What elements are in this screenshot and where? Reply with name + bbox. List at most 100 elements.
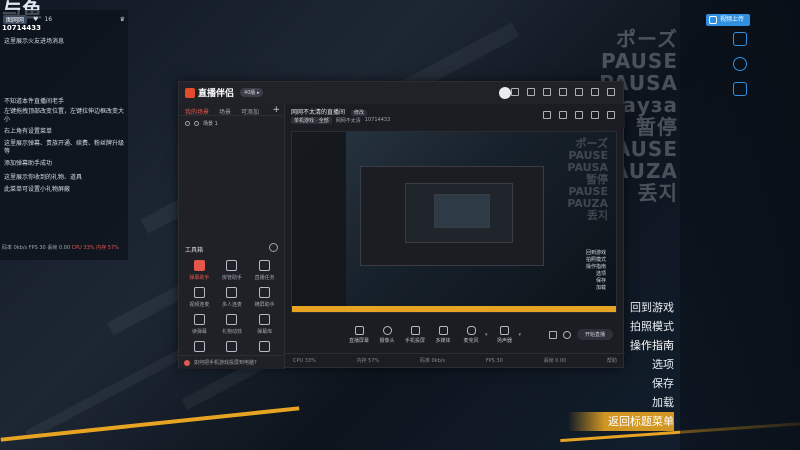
microphone-icon	[466, 326, 476, 335]
preview-menu-item: 选项	[595, 271, 606, 277]
stats-right: CPU 33% 内存 57%	[71, 245, 119, 251]
settings-icon[interactable]	[559, 88, 567, 96]
tool-label: 弹幕助手	[189, 275, 210, 281]
right-overlay: 视频上传	[680, 0, 800, 450]
screen-capture-button[interactable]: 直播屏幕	[345, 326, 373, 344]
edit-room-button[interactable]: 修改	[350, 110, 367, 116]
close-icon[interactable]	[607, 88, 615, 96]
tool-landscape[interactable]: 横屏助手	[248, 287, 281, 308]
live-controls: 开始直播	[548, 329, 613, 340]
add-scene-button[interactable]: +	[272, 105, 280, 115]
tool-live-task[interactable]: 直播任务	[248, 260, 281, 281]
status-memory: 内存 57%	[356, 358, 380, 364]
phone-cast-tip[interactable]: 如何把手机游戏投屏到电脑?	[179, 355, 284, 369]
share-icon[interactable]	[607, 111, 615, 119]
phone-icon	[410, 326, 420, 335]
microphone-button[interactable]: 麦克风	[457, 326, 485, 344]
task-icon	[259, 260, 271, 271]
preview-menu-item: 加载	[595, 285, 606, 291]
room-id: 10714433	[2, 24, 41, 32]
download-icon	[226, 287, 238, 298]
room-info-bar: 网网不太清的直播间 修改 单机游戏 · 全部 网网不太清 10714433	[285, 104, 625, 128]
tool-label: 直播任务	[254, 275, 275, 281]
tool-label: 礼物动效	[221, 329, 242, 335]
streamer-name: 网网不太清	[335, 118, 361, 124]
tab-scenes[interactable]: 场景	[219, 107, 231, 116]
tool-room-manager[interactable]: 房管助手	[216, 260, 249, 281]
pk-icon	[226, 341, 238, 352]
gallery-icon[interactable]	[733, 82, 747, 96]
tab-addable[interactable]: 可添加	[241, 107, 259, 116]
tool-read-danmaku[interactable]: 读弹幕	[183, 314, 216, 335]
bell-icon[interactable]	[591, 111, 599, 119]
record-icon[interactable]	[548, 330, 557, 339]
gift-effect-icon	[226, 314, 238, 325]
stream-preview[interactable]: ポーズ PAUSE PAUSA 暂停 PAUSE PAUZA 丢지 回到游戏 拍…	[291, 131, 617, 313]
eye-icon[interactable]	[185, 121, 190, 126]
go-live-button[interactable]: 开始直播	[576, 329, 613, 340]
tool-label: 弹幕库	[257, 329, 273, 335]
toolbox-more-icon[interactable]	[269, 243, 278, 252]
menu-item-save[interactable]: 保存	[568, 374, 674, 393]
scene-item[interactable]: 场景 1	[179, 116, 284, 131]
maximize-icon[interactable]	[591, 88, 599, 96]
tool-label: 视频连麦	[189, 302, 210, 308]
bag-icon[interactable]	[543, 111, 551, 119]
speaker-button[interactable]: 扬声器	[491, 326, 519, 344]
tool-label: 多人连麦	[221, 302, 242, 308]
gift-icon[interactable]	[527, 88, 535, 96]
tab-my-scenes[interactable]: 我的场景	[185, 107, 209, 116]
stream-stats: 码率 0kb/s FPS 30 丢帧 0.00 CPU 33% 内存 57%	[0, 244, 130, 251]
tool-extra[interactable]	[248, 341, 281, 355]
tool-danmaku-lib[interactable]: 弹幕库	[248, 314, 281, 335]
tool-multi-link[interactable]: 多人连麦	[216, 287, 249, 308]
monitor-icon[interactable]	[543, 88, 551, 96]
tool-gift-effect[interactable]: 礼物动效	[216, 314, 249, 335]
message-icon[interactable]	[511, 88, 519, 96]
status-bar: CPU 33% 内存 57% 码率 0kb/s FPS 30 丢帧 0.00 帮…	[285, 353, 625, 367]
streaming-app-window: 直播伴侣 40版 ▸ 我的场景 场景 可添加 + 场景 1 工具箱 弹幕助手 房…	[178, 81, 625, 369]
room-icons	[543, 111, 615, 119]
room-subinfo: 单机游戏 · 全部 网网不太清 10714433	[291, 117, 390, 124]
lock-icon[interactable]	[194, 121, 199, 126]
video-upload-button[interactable]: 视频上传	[705, 14, 750, 26]
play-icon	[438, 326, 448, 335]
version-pill[interactable]: 40版 ▸	[240, 88, 264, 97]
user-icon[interactable]	[733, 57, 747, 71]
source-label: 直播屏幕	[348, 338, 369, 344]
tool-extra[interactable]	[183, 341, 216, 355]
app-titlebar: 直播伴侣 40版 ▸	[179, 82, 623, 104]
image-icon[interactable]	[733, 32, 747, 46]
chat-message: 这里展示弹幕、贵族开通、续费、粉丝牌升级等	[4, 140, 125, 155]
menu-item-title-screen[interactable]: 返回标题菜单	[568, 412, 674, 431]
preview-nested-window	[360, 166, 544, 266]
scene-panel: 我的场景 场景 可添加 + 场景 1 工具箱 弹幕助手 房管助手 直播任务 视频…	[179, 104, 285, 369]
avatar[interactable]	[499, 87, 511, 99]
gift-box-icon[interactable]	[559, 111, 567, 119]
chevron-down-icon[interactable]: ▾	[519, 332, 522, 338]
settings-icon[interactable]	[562, 330, 571, 339]
tool-video-link[interactable]: 视频连麦	[183, 287, 216, 308]
tool-danmaku[interactable]: 弹幕助手	[183, 260, 216, 281]
room-title: 网网不太清的直播间	[291, 109, 346, 116]
titlebar-icons	[511, 88, 615, 96]
phone-cast-button[interactable]: 手机投屏	[401, 326, 429, 344]
preview-menu-item: 回到游戏	[585, 250, 606, 256]
manager-icon	[226, 260, 238, 271]
preview-word: 丢지	[586, 209, 608, 222]
media-button[interactable]: 多媒体	[429, 326, 457, 344]
chart-icon	[193, 341, 205, 352]
lock-icon[interactable]	[575, 111, 583, 119]
chat-message: 右上角有设置菜单	[4, 128, 53, 135]
menu-item-load[interactable]: 加载	[568, 393, 674, 412]
category-tag[interactable]: 单机游戏 · 全部	[291, 117, 332, 124]
room-number: 10714433	[364, 117, 391, 123]
camera-button[interactable]: 摄像头	[373, 326, 401, 344]
chevron-down-icon[interactable]: ▾	[485, 332, 488, 338]
source-label: 摄像头	[379, 338, 395, 344]
tool-extra[interactable]	[216, 341, 249, 355]
minimize-icon[interactable]	[575, 88, 583, 96]
video-upload-label: 视频上传	[719, 16, 744, 23]
chat-message: 这里展示火友进场消息	[4, 38, 65, 45]
help-link[interactable]: 帮助	[607, 357, 617, 364]
